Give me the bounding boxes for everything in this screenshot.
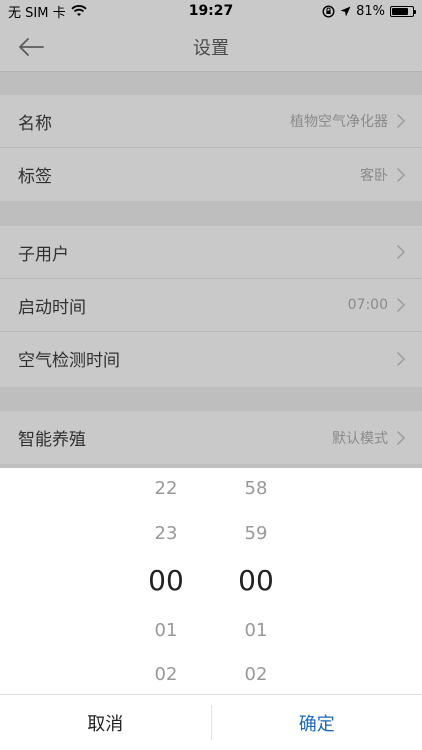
row-right [396, 351, 406, 367]
row-right: 默认模式 [332, 428, 406, 448]
section-separator [0, 387, 422, 411]
row-value: 客卧 [360, 167, 388, 184]
picker-action-bar: 取消 确定 [0, 694, 422, 750]
row-right: 植物空气净化器 [290, 111, 406, 131]
minute-wheel[interactable]: 58 59 00 01 02 [211, 468, 301, 694]
page-title: 设置 [193, 37, 229, 59]
row-label: 标签 [18, 167, 52, 187]
row-value: 07:00 [347, 297, 388, 313]
settings-row-sub-user[interactable]: 子用户 [0, 226, 422, 279]
row-label: 子用户 [18, 244, 69, 265]
hour-option-selected[interactable]: 00 [121, 564, 211, 597]
time-picker-sheet: 22 23 00 01 02 58 59 00 01 02 取消 确定 [0, 468, 422, 750]
row-label: 智能养殖 [18, 430, 86, 450]
status-bar: 无 SIM 卡 19:27 81% [0, 0, 422, 22]
minute-option[interactable]: 58 [211, 478, 301, 499]
hour-option[interactable]: 23 [121, 523, 211, 544]
battery-fill [392, 7, 409, 15]
settings-row-tag[interactable]: 标签 客卧 [0, 148, 422, 201]
rotation-lock-icon [322, 4, 335, 18]
nav-bar: 设置 [0, 22, 422, 72]
minute-option[interactable]: 01 [211, 620, 301, 641]
row-value: 默认模式 [332, 430, 388, 447]
row-right: 07:00 [348, 297, 406, 313]
section-separator [0, 72, 422, 95]
arrow-left-icon [19, 38, 44, 56]
chevron-right-icon [397, 351, 405, 366]
cancel-button[interactable]: 取消 [0, 695, 211, 750]
hour-option[interactable]: 01 [121, 620, 211, 641]
wifi-icon [70, 5, 87, 16]
confirm-button[interactable]: 确定 [212, 695, 422, 750]
row-label: 空气检测时间 [18, 351, 120, 371]
location-arrow-icon [340, 6, 351, 16]
settings-row-start-time[interactable]: 启动时间 07:00 [0, 279, 422, 332]
chevron-right-icon [397, 167, 405, 182]
back-button[interactable] [14, 32, 48, 62]
settings-group-mode: 智能养殖 默认模式 [0, 411, 422, 464]
battery-percent: 81% [356, 3, 385, 19]
hour-option[interactable]: 22 [121, 478, 211, 499]
battery-icon [390, 5, 416, 17]
hour-wheel[interactable]: 22 23 00 01 02 [121, 468, 211, 694]
row-label: 名称 [18, 113, 52, 134]
carrier-label: 无 SIM 卡 [8, 5, 66, 21]
row-right [396, 244, 406, 260]
settings-group-basic: 名称 植物空气净化器 标签 客卧 [0, 95, 422, 201]
hour-option[interactable]: 02 [121, 664, 211, 685]
settings-row-air-check-time[interactable]: 空气检测时间 [0, 332, 422, 385]
row-right: 客卧 [360, 165, 406, 185]
minute-option-selected[interactable]: 00 [211, 564, 301, 597]
chevron-right-icon [397, 430, 405, 445]
row-label: 启动时间 [18, 297, 86, 318]
row-value: 植物空气净化器 [290, 114, 388, 130]
settings-row-name[interactable]: 名称 植物空气净化器 [0, 95, 422, 148]
settings-group-users: 子用户 启动时间 07:00 空气检测时间 [0, 226, 422, 385]
chevron-right-icon [397, 114, 405, 128]
settings-row-smart-breeding[interactable]: 智能养殖 默认模式 [0, 411, 422, 464]
status-right: 81% [322, 3, 416, 19]
minute-option[interactable]: 02 [211, 664, 301, 685]
chevron-right-icon [397, 245, 405, 259]
status-left: 无 SIM 卡 [8, 2, 87, 21]
section-separator [0, 201, 422, 226]
chevron-right-icon [397, 298, 405, 312]
minute-option[interactable]: 59 [211, 523, 301, 544]
